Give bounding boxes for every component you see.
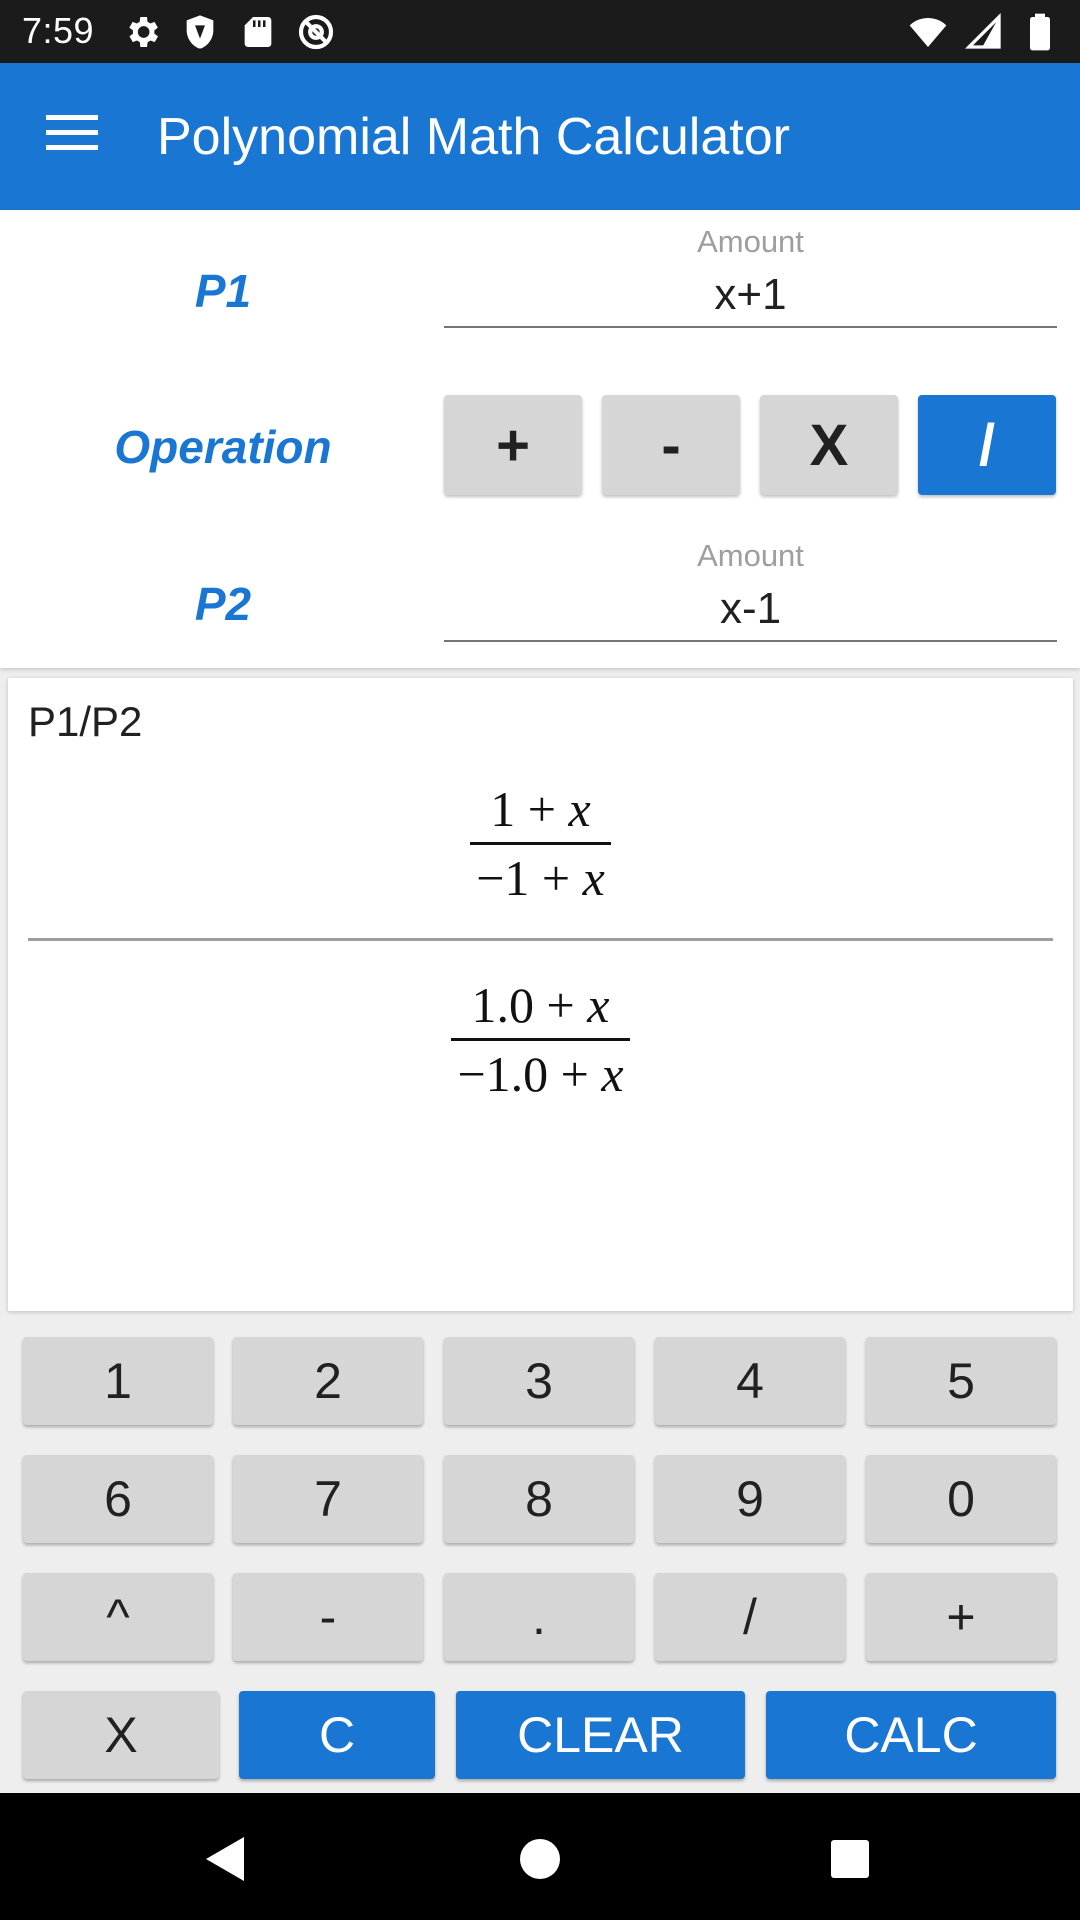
battery-icon [1030,13,1050,51]
decimal-numerator: 1.0 + x [471,977,610,1033]
key-plus[interactable]: + [866,1573,1056,1661]
decimal-fraction: 1.0 + x −1.0 + x [8,972,1073,1107]
status-icons-right [908,12,1060,52]
wifi-icon [909,18,947,47]
p2-label: P2 [194,578,252,630]
result-divider [28,938,1053,941]
signal-icon [964,12,1001,49]
menu-icon[interactable] [46,113,98,153]
shield-icon [186,15,214,49]
p2-input[interactable]: x-1 [444,578,1057,640]
key-4[interactable]: 4 [655,1337,845,1425]
at-sign-icon [298,14,334,50]
app-title: Polynomial Math Calculator [157,108,790,166]
p2-hint: Amount [697,538,804,573]
p1-label: P1 [194,265,252,317]
operation-label: Operation [114,421,332,473]
home-icon[interactable] [512,1831,568,1887]
nav-bar [0,1793,1080,1920]
key-3[interactable]: 3 [444,1337,634,1425]
recents-icon[interactable] [822,1831,878,1887]
exact-numerator: 1 + x [490,781,591,837]
key-9[interactable]: 9 [655,1455,845,1543]
p2-field[interactable]: Amount x-1 [444,538,1057,642]
app-bar: Polynomial Math Calculator [0,63,1080,210]
exact-denominator: −1 + x [476,850,605,906]
result-card: P1/P2 1 + x −1 + x 1.0 + x −1.0 + x [8,678,1073,1311]
status-bar: 7:59 [0,0,1080,63]
key-minus[interactable]: - [233,1573,423,1661]
p1-field[interactable]: Amount x+1 [444,224,1057,328]
key-divide[interactable]: / [655,1573,845,1661]
op-add-button[interactable]: + [444,395,582,495]
key-8[interactable]: 8 [444,1455,634,1543]
key-0[interactable]: 0 [866,1455,1056,1543]
key-5[interactable]: 5 [866,1337,1056,1425]
key-decimal-point[interactable]: . [444,1573,634,1661]
status-icons-left [122,12,336,52]
sd-card-icon [244,17,272,47]
backspace-c-button[interactable]: C [239,1691,435,1779]
key-7[interactable]: 7 [233,1455,423,1543]
op-divide-button[interactable]: / [918,395,1056,495]
decimal-denominator: −1.0 + x [457,1046,624,1102]
back-icon[interactable] [198,1831,254,1887]
status-time: 7:59 [22,10,95,51]
p1-input[interactable]: x+1 [444,264,1057,326]
clear-button[interactable]: CLEAR [456,1691,745,1779]
op-subtract-button[interactable]: - [602,395,740,495]
input-card: P1 Amount x+1 Operation + - X / P2 Amoun… [0,210,1080,668]
key-6[interactable]: 6 [23,1455,213,1543]
key-1[interactable]: 1 [23,1337,213,1425]
key-2[interactable]: 2 [233,1337,423,1425]
result-label: P1/P2 [28,698,143,745]
op-multiply-button[interactable]: X [760,395,898,495]
p1-hint: Amount [697,224,804,259]
key-power[interactable]: ^ [23,1573,213,1661]
key-variable-x[interactable]: X [23,1691,219,1779]
gear-icon [129,17,158,47]
exact-fraction: 1 + x −1 + x [8,776,1073,911]
calc-button[interactable]: CALC [766,1691,1056,1779]
